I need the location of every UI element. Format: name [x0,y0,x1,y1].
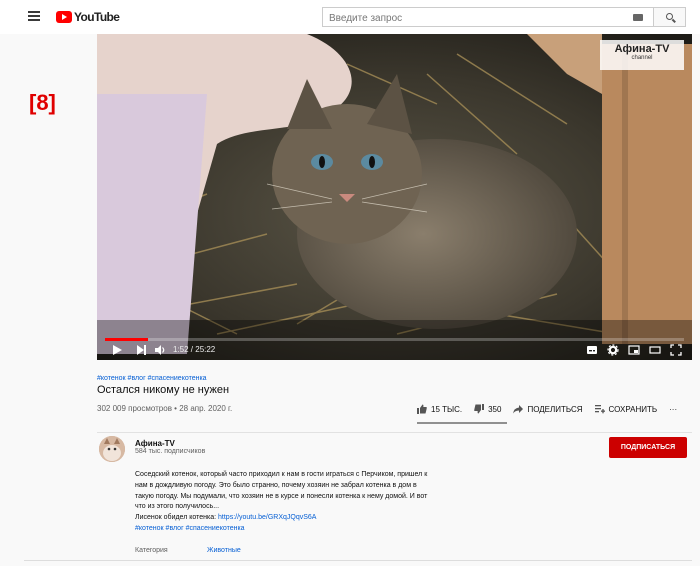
playlist-add-icon [594,405,605,414]
dislike-button[interactable]: 350 [474,404,501,414]
video-title: Остался никому не нужен [97,384,230,396]
channel-watermark[interactable]: Афина-TV channel [600,40,684,70]
more-icon: ··· [669,404,678,414]
dislike-count: 350 [488,404,502,414]
video-actions: 15 ТЫС. 350 ПОДЕЛИТЬСЯ СОХРАНИТЬ ··· [417,404,689,414]
description-line: что из этого получилось... [135,503,220,511]
video-hashtags[interactable]: #котенок #влог #спасениекотенка [97,375,207,382]
save-button[interactable]: СОХРАНИТЬ [594,404,658,414]
volume-icon[interactable] [154,344,166,356]
top-bar: YouTube [0,0,700,34]
category-label: Категория [135,547,168,554]
subscribe-button[interactable]: ПОДПИСАТЬСЯ [609,437,687,458]
divider [97,432,692,433]
video-frame [97,34,692,360]
thumbs-down-icon [474,404,485,414]
description-link[interactable]: https://youtu.be/GRXqJQqvS6A [218,514,316,521]
theater-mode-icon[interactable] [649,344,661,356]
video-player[interactable]: Афина-TV channel 1:52 / 25:22 [97,34,692,360]
channel-avatar[interactable] [99,436,125,462]
channel-name[interactable]: Афина-TV [135,439,175,448]
description-line: Соседский котенок, который часто приходи… [135,471,428,478]
like-count: 15 ТЫС. [431,404,463,414]
youtube-play-icon [56,11,72,23]
keyboard-icon[interactable] [633,14,643,21]
subscriber-count: 584 тыс. подписчиков [135,448,206,455]
youtube-logo[interactable]: YouTube [56,10,120,24]
time-display: 1:52 / 25:22 [173,345,216,354]
description-line: нам в дождливую погоду. Это было странно… [135,481,417,489]
share-button[interactable]: ПОДЕЛИТЬСЯ [513,404,583,414]
fullscreen-icon[interactable] [670,344,682,356]
link-prefix: Лисенок обидел котенка: [135,514,219,522]
play-icon[interactable] [111,344,123,356]
search-button[interactable] [654,7,686,27]
menu-icon[interactable] [28,11,40,21]
description-hashtags[interactable]: #котенок #влог #спасениекотенка [135,525,245,532]
settings-gear-icon[interactable] [607,344,619,356]
watermark-sub: channel [631,55,653,61]
views-date: 302 009 просмотров • 28 апр. 2020 г. [97,404,233,413]
like-button[interactable]: 15 ТЫС. [417,404,462,414]
logo-text: YouTube [74,10,120,24]
more-actions-button[interactable]: ··· [669,405,677,414]
search-box [322,7,654,28]
video-description: Соседский котенок, который часто приходи… [135,470,465,535]
search-icon [666,13,673,20]
thumbs-up-icon [417,404,427,414]
like-ratio-bar [417,422,507,424]
category-link[interactable]: Животные [207,547,241,554]
subtitles-icon[interactable] [586,344,598,356]
avatar-image [99,436,125,462]
bottom-divider [24,560,692,561]
description-link-line: Лисенок обидел котенка: https://youtu.be… [135,513,465,524]
share-arrow-icon [513,405,524,414]
description-line: такую погоду. Мы подумали, что хозяин не… [135,492,428,500]
page-tag: [8] [29,90,56,115]
share-label: ПОДЕЛИТЬСЯ [527,404,583,414]
search-input[interactable] [323,9,613,28]
player-controls: 1:52 / 25:22 [97,340,692,360]
watermark-name: Афина-TV [614,43,670,55]
miniplayer-icon[interactable] [628,344,640,356]
save-label: СОХРАНИТЬ [608,404,658,414]
next-icon[interactable] [135,344,147,356]
